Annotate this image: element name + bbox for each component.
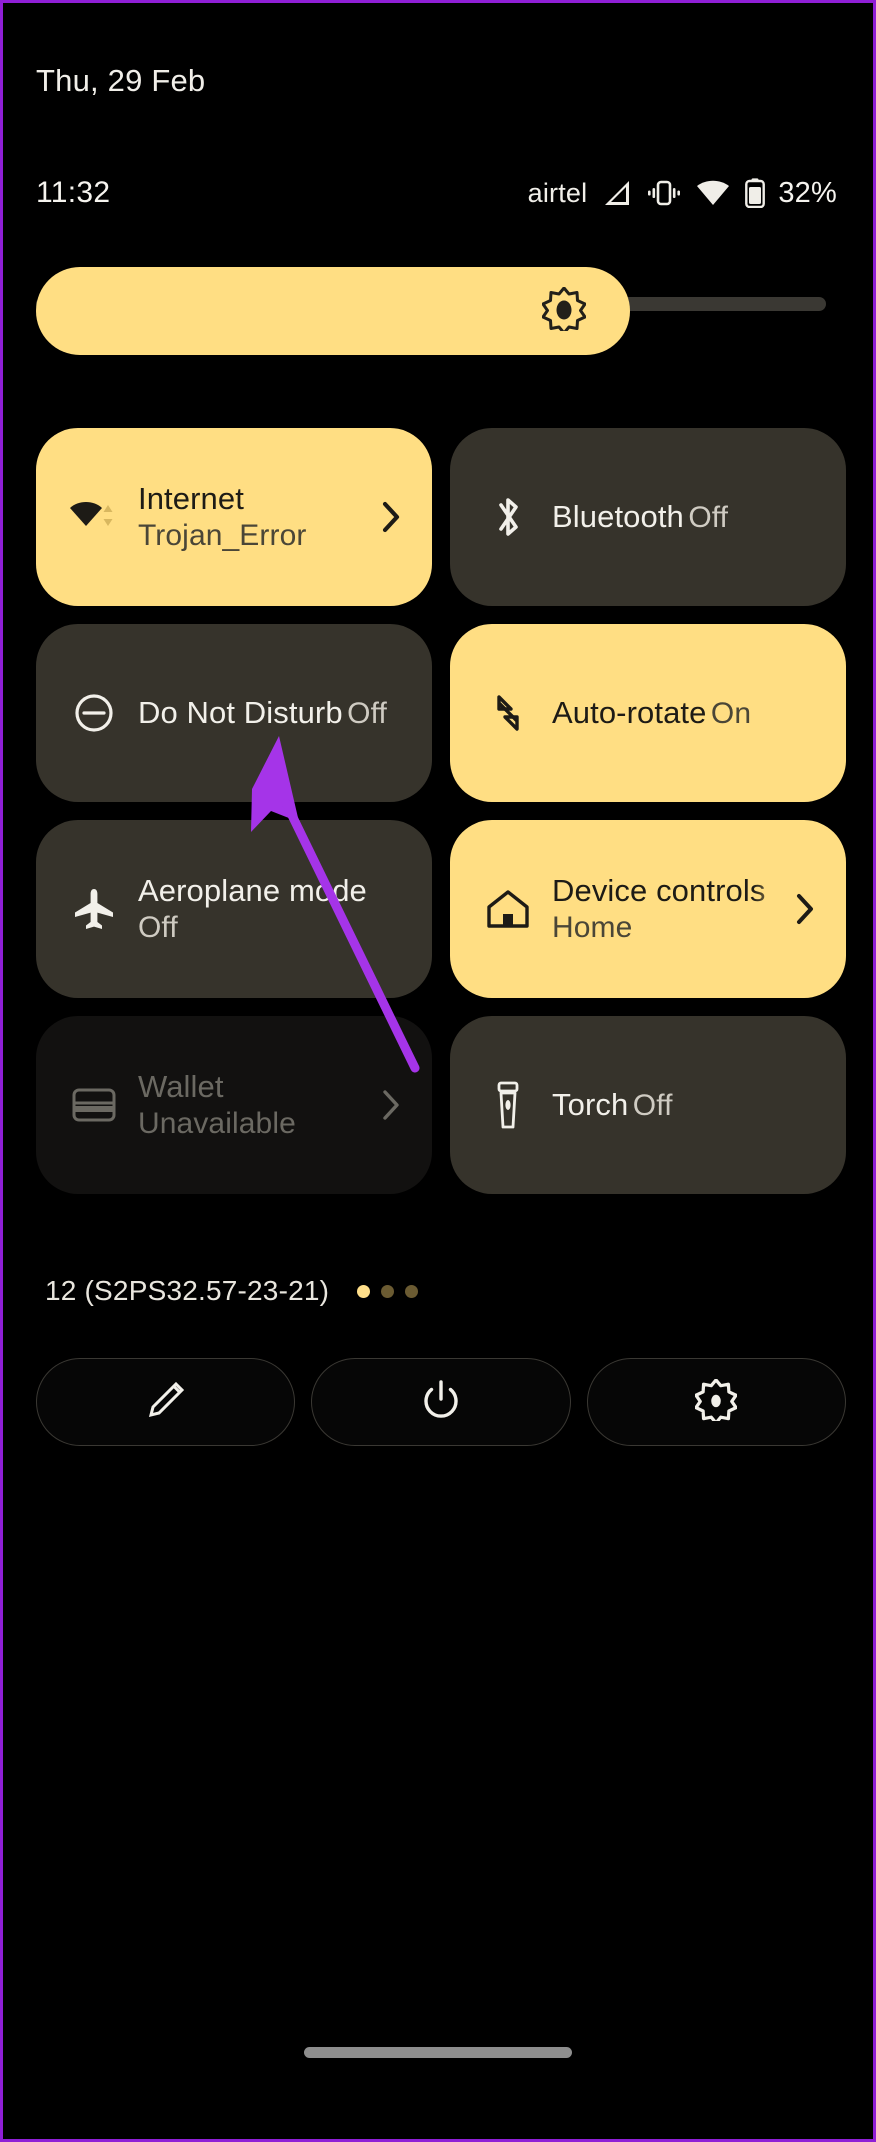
tile-title: Aeroplane mode <box>138 872 367 908</box>
phone-screen: Thu, 29 Feb 11:32 airtel 32% Internet Tr… <box>0 0 876 2142</box>
page-indicator[interactable] <box>357 1284 419 1298</box>
tile-subtitle: Home <box>552 910 633 944</box>
date-label: Thu, 29 Feb <box>36 63 206 98</box>
tile-torch[interactable]: Torch Off <box>450 1016 846 1194</box>
tile-internet[interactable]: Internet Trojan_Error <box>36 428 432 606</box>
build-label: 12 (S2PS32.57-23-21) <box>45 1275 330 1306</box>
tile-internet-text: Internet Trojan_Error <box>138 480 372 554</box>
tile-wallet[interactable]: Wallet Unavailable <box>36 1016 432 1194</box>
page-dot-2[interactable] <box>381 1284 395 1298</box>
wifi-icon <box>696 180 730 206</box>
tile-subtitle: Off <box>138 910 178 944</box>
tile-bluetooth[interactable]: Bluetooth Off <box>450 428 846 606</box>
tile-aeroplane-mode-text: Aeroplane mode Off <box>138 872 406 946</box>
page-dot-1[interactable] <box>357 1284 371 1298</box>
tile-title: Internet <box>138 480 244 516</box>
page-dot-3[interactable] <box>405 1284 419 1298</box>
brightness-slider[interactable] <box>36 267 846 355</box>
tile-subtitle: Unavailable <box>138 1106 296 1140</box>
home-icon <box>480 888 536 930</box>
tile-title: Torch <box>552 1086 629 1122</box>
tile-title: Bluetooth <box>552 498 684 534</box>
tile-auto-rotate-text: Auto-rotate On <box>552 694 820 733</box>
battery-percent-label: 32% <box>778 176 837 209</box>
tile-title: Auto-rotate <box>552 694 707 730</box>
tile-title: Device controls <box>552 872 766 908</box>
brightness-fill[interactable] <box>36 267 630 355</box>
tile-do-not-disturb-text: Do Not Disturb Off <box>138 694 406 733</box>
chevron-right-icon[interactable] <box>794 892 820 926</box>
power-icon <box>420 1379 462 1426</box>
pencil-icon <box>145 1379 187 1426</box>
tile-title: Do Not Disturb <box>138 694 343 730</box>
status-clock: 11:32 <box>36 176 111 209</box>
auto-rotate-icon <box>480 690 536 736</box>
footer-button-row <box>36 1358 846 1446</box>
status-bar: 11:32 airtel 32% <box>3 173 873 213</box>
quick-settings-grid: Internet Trojan_Error Bluetooth Off Do N… <box>36 428 846 1194</box>
build-info-row: 12 (S2PS32.57-23-21) <box>45 1275 419 1307</box>
tile-torch-text: Torch Off <box>552 1086 820 1125</box>
torch-icon <box>480 1081 536 1129</box>
tile-aeroplane-mode[interactable]: Aeroplane mode Off <box>36 820 432 998</box>
battery-icon <box>745 178 766 208</box>
tile-do-not-disturb[interactable]: Do Not Disturb Off <box>36 624 432 802</box>
tile-subtitle: Off <box>632 1088 673 1122</box>
tile-device-controls[interactable]: Device controls Home <box>450 820 846 998</box>
carrier-label: airtel <box>527 177 588 208</box>
edit-button[interactable] <box>36 1358 296 1446</box>
tile-auto-rotate[interactable]: Auto-rotate On <box>450 624 846 802</box>
tile-subtitle: Trojan_Error <box>138 518 307 552</box>
vibrate-icon <box>647 180 681 206</box>
brightness-icon <box>541 286 587 336</box>
tile-subtitle: On <box>710 696 752 730</box>
do-not-disturb-icon <box>66 691 122 735</box>
bluetooth-icon <box>480 494 536 540</box>
tile-device-controls-text: Device controls Home <box>552 872 786 946</box>
tile-subtitle: Off <box>347 696 387 730</box>
status-icon-group: airtel 32% <box>528 177 837 210</box>
tile-title: Wallet <box>138 1068 224 1104</box>
tile-subtitle: Off <box>688 500 729 534</box>
chevron-right-icon[interactable] <box>380 1088 406 1122</box>
aeroplane-icon <box>66 887 122 931</box>
wifi-transfer-icon <box>66 496 122 538</box>
tile-bluetooth-text: Bluetooth Off <box>552 498 820 537</box>
gear-icon <box>694 1377 738 1426</box>
chevron-right-icon[interactable] <box>380 500 406 534</box>
home-indicator[interactable] <box>304 2047 572 2058</box>
tile-wallet-text: Wallet Unavailable <box>138 1068 372 1142</box>
power-button[interactable] <box>311 1358 571 1446</box>
signal-icon <box>602 179 632 207</box>
wallet-icon <box>66 1087 122 1123</box>
settings-button[interactable] <box>586 1358 846 1446</box>
